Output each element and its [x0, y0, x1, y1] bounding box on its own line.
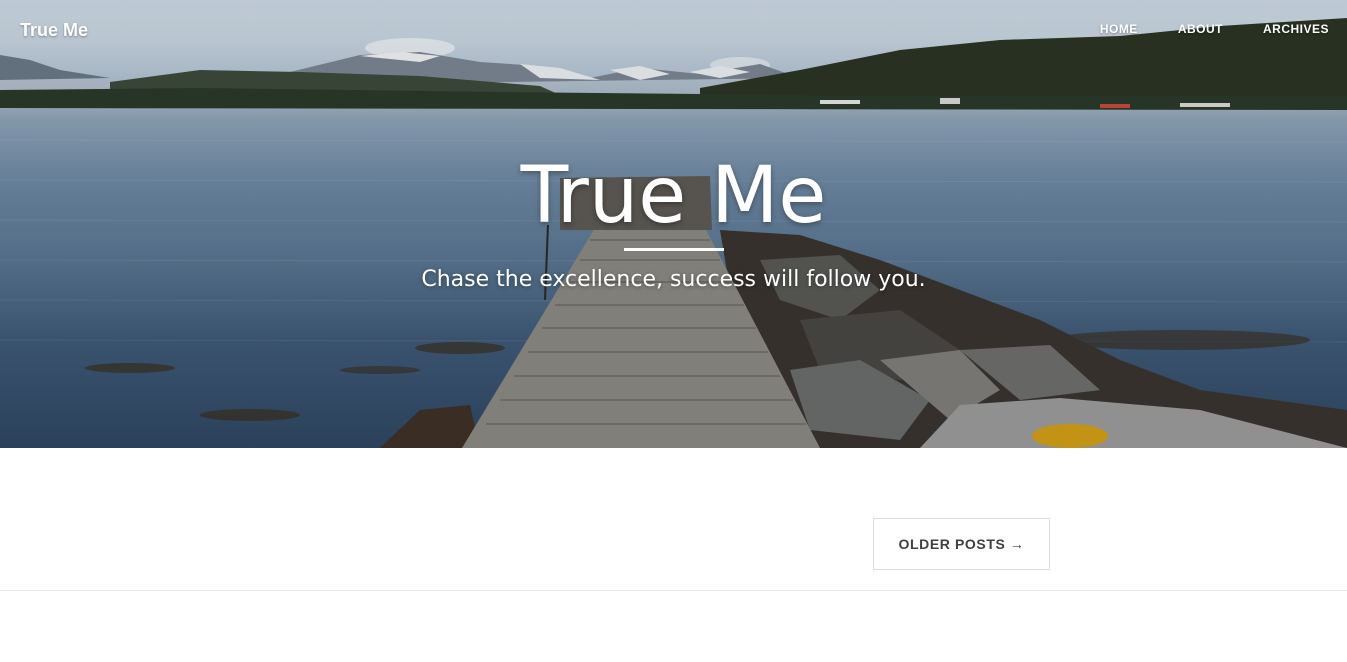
main-nav: HOME ABOUT ARCHIVES	[1060, 22, 1329, 36]
site-subheading: Chase the excellence, success will follo…	[421, 267, 926, 292]
hero-header: True Me HOME ABOUT ARCHIVES True Me Chas…	[0, 0, 1347, 448]
older-posts-button[interactable]: OLDER POSTS →	[873, 518, 1050, 570]
nav-link-home[interactable]: HOME	[1100, 22, 1138, 36]
site-title: True Me	[520, 151, 827, 241]
title-divider	[623, 248, 724, 251]
content-divider	[0, 590, 1347, 591]
brand-link[interactable]: True Me	[20, 20, 88, 41]
nav-link-about[interactable]: ABOUT	[1178, 22, 1223, 36]
site-heading: True Me Chase the excellence, success wi…	[0, 148, 1347, 292]
nav-link-archives[interactable]: ARCHIVES	[1263, 22, 1329, 36]
